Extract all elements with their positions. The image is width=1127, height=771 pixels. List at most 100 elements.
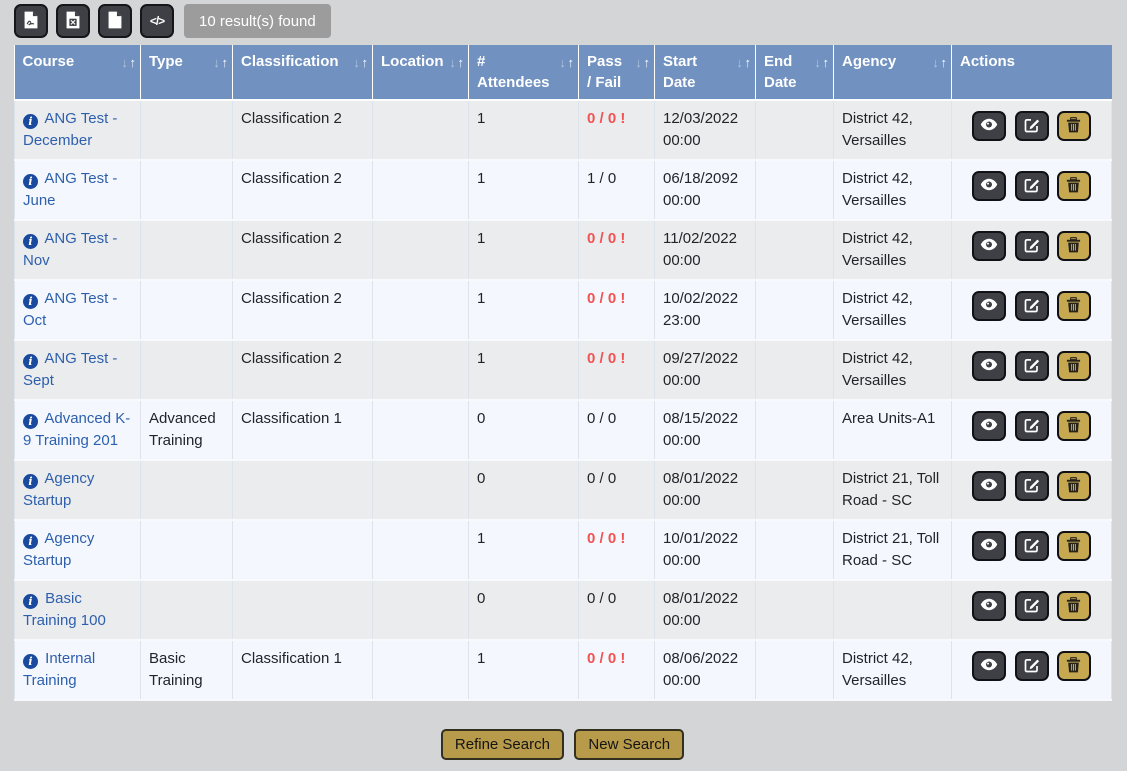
sort-asc-icon: ↑ [130, 55, 137, 70]
view-button[interactable] [972, 171, 1006, 201]
column-header[interactable]: Agency ↓ ↑ [834, 45, 952, 100]
view-button[interactable] [972, 411, 1006, 441]
edit-button[interactable] [1015, 111, 1049, 141]
pass-fail-cell: 0 / 0 [579, 580, 655, 640]
column-header[interactable]: Course ↓ ↑ [15, 45, 141, 100]
course-link[interactable]: i ANG Test - Oct [23, 290, 117, 329]
delete-button[interactable] [1057, 171, 1091, 201]
edit-button[interactable] [1015, 591, 1049, 621]
type-cell [141, 460, 233, 520]
actions-cell [952, 580, 1112, 640]
info-icon[interactable]: i [23, 294, 38, 309]
delete-button[interactable] [1057, 231, 1091, 261]
column-header[interactable]: Start Date ↓ ↑ [655, 45, 756, 100]
end-date-cell [756, 640, 834, 700]
edit-button[interactable] [1015, 651, 1049, 681]
course-cell: i Agency Startup [15, 460, 141, 520]
column-header[interactable]: # Attendees ↓ ↑ [469, 45, 579, 100]
view-button[interactable] [972, 111, 1006, 141]
start-date-cell: 12/03/2022 00:00 [655, 100, 756, 160]
column-header[interactable]: Location ↓ ↑ [373, 45, 469, 100]
type-cell [141, 580, 233, 640]
edit-button[interactable] [1015, 231, 1049, 261]
location-cell [373, 280, 469, 340]
delete-button[interactable] [1057, 531, 1091, 561]
attendees-cell: 1 [469, 640, 579, 700]
eye-icon [980, 598, 998, 614]
delete-button[interactable] [1057, 651, 1091, 681]
column-header[interactable]: Pass / Fail ↓ ↑ [579, 45, 655, 100]
refine-search-button[interactable]: Refine Search [441, 729, 564, 760]
info-icon[interactable]: i [23, 234, 38, 249]
export-code-button[interactable]: </> [140, 4, 174, 38]
course-link[interactable]: i Basic Training 100 [23, 590, 106, 629]
view-button[interactable] [972, 591, 1006, 621]
info-icon[interactable]: i [23, 474, 38, 489]
view-button[interactable] [972, 471, 1006, 501]
results-badge: 10 result(s) found [184, 4, 331, 38]
view-button[interactable] [972, 291, 1006, 321]
course-link[interactable]: i Agency Startup [23, 530, 94, 569]
course-link[interactable]: i ANG Test - Nov [23, 230, 117, 269]
actions-cell [952, 280, 1112, 340]
location-cell [373, 100, 469, 160]
sort-icons: ↓ ↑ [353, 52, 368, 73]
view-button[interactable] [972, 351, 1006, 381]
sort-asc-icon: ↑ [458, 55, 465, 70]
edit-button[interactable] [1015, 291, 1049, 321]
delete-button[interactable] [1057, 471, 1091, 501]
attendees-cell: 0 [469, 580, 579, 640]
sort-desc-icon: ↓ [121, 55, 128, 70]
end-date-cell [756, 340, 834, 400]
sort-asc-icon: ↑ [568, 55, 575, 70]
delete-button[interactable] [1057, 291, 1091, 321]
info-icon[interactable]: i [23, 654, 38, 669]
eye-icon [980, 178, 998, 194]
view-button[interactable] [972, 651, 1006, 681]
course-link[interactable]: i Internal Training [23, 650, 95, 689]
edit-button[interactable] [1015, 531, 1049, 561]
export-file-button[interactable] [98, 4, 132, 38]
trash-icon [1066, 237, 1081, 256]
trash-icon [1066, 417, 1081, 436]
agency-cell [834, 580, 952, 640]
end-date-cell [756, 520, 834, 580]
view-button[interactable] [972, 231, 1006, 261]
location-cell [373, 220, 469, 280]
edit-button[interactable] [1015, 471, 1049, 501]
end-date-cell [756, 100, 834, 160]
delete-button[interactable] [1057, 411, 1091, 441]
course-link[interactable]: i ANG Test - December [23, 110, 117, 149]
info-icon[interactable]: i [23, 594, 38, 609]
start-date-cell: 08/15/2022 00:00 [655, 400, 756, 460]
course-link[interactable]: i ANG Test - Sept [23, 350, 117, 389]
info-icon[interactable]: i [23, 174, 38, 189]
type-cell: Advanced Training [141, 400, 233, 460]
view-button[interactable] [972, 531, 1006, 561]
classification-cell [233, 580, 373, 640]
classification-cell: Classification 2 [233, 340, 373, 400]
delete-button[interactable] [1057, 591, 1091, 621]
course-link[interactable]: i ANG Test - June [23, 170, 117, 209]
edit-button[interactable] [1015, 171, 1049, 201]
column-header[interactable]: Type ↓ ↑ [141, 45, 233, 100]
pass-fail-cell: 1 / 0 [579, 160, 655, 220]
edit-button[interactable] [1015, 351, 1049, 381]
course-link[interactable]: i Advanced K-9 Training 201 [23, 410, 130, 449]
export-pdf-button[interactable] [14, 4, 48, 38]
info-icon[interactable]: i [23, 534, 38, 549]
info-icon[interactable]: i [23, 114, 38, 129]
agency-cell: District 21, Toll Road - SC [834, 460, 952, 520]
delete-button[interactable] [1057, 351, 1091, 381]
course-link[interactable]: i Agency Startup [23, 470, 94, 509]
info-icon[interactable]: i [23, 414, 38, 429]
actions-cell [952, 460, 1112, 520]
course-cell: i Basic Training 100 [15, 580, 141, 640]
delete-button[interactable] [1057, 111, 1091, 141]
edit-button[interactable] [1015, 411, 1049, 441]
info-icon[interactable]: i [23, 354, 38, 369]
new-search-button[interactable]: New Search [574, 729, 684, 760]
column-header[interactable]: Classification ↓ ↑ [233, 45, 373, 100]
export-excel-button[interactable] [56, 4, 90, 38]
column-header[interactable]: End Date ↓ ↑ [756, 45, 834, 100]
